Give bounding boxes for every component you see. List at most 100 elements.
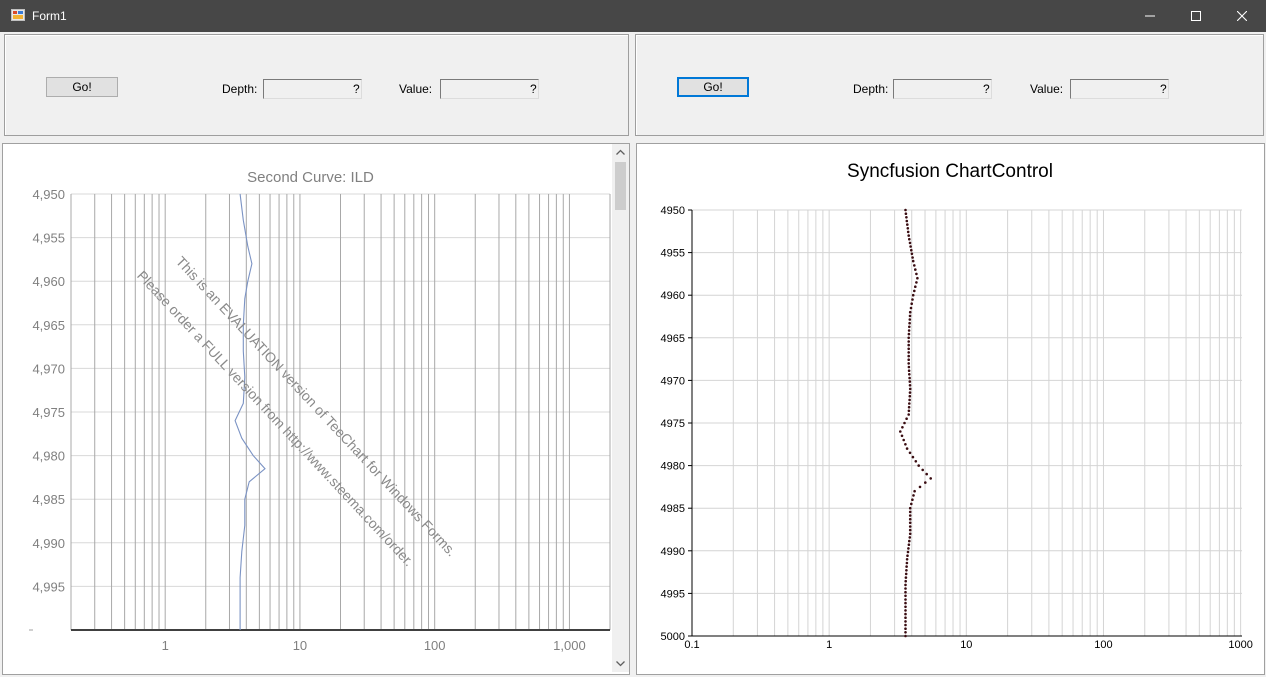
y-tick-label: 4,975: [32, 405, 65, 420]
y-tick-label: 4990: [661, 546, 685, 558]
data-point: [910, 252, 914, 256]
data-point: [914, 285, 917, 288]
y-tick-label: 4,995: [32, 579, 65, 594]
teechart-chart: Second Curve: ILD 4,950 4,955 4,960 4,965 4,9…: [29, 169, 611, 653]
data-point: [907, 405, 911, 409]
data-point: [904, 594, 907, 598]
data-point: [911, 298, 914, 301]
data-point: [908, 314, 912, 318]
left-value-field[interactable]: [440, 79, 539, 99]
data-point: [908, 321, 911, 325]
left-go-button[interactable]: Go!: [46, 77, 118, 97]
data-point: [906, 550, 910, 554]
right-value-label: Value:: [1030, 82, 1064, 96]
data-point: [917, 464, 920, 467]
right-depth-value: ?: [983, 82, 990, 96]
data-point: [907, 329, 911, 332]
minimize-icon: [1145, 15, 1155, 17]
syncfusion-panel: Syncfusion ChartControl 4950 4955 4960 4965 4…: [636, 143, 1265, 675]
data-point: [914, 268, 917, 271]
left-depth-label: Depth:: [222, 82, 258, 96]
data-point: [905, 219, 909, 223]
data-point: [908, 536, 912, 539]
data-point: [908, 525, 912, 528]
data-point: [907, 409, 911, 413]
minimize-button[interactable]: [1127, 0, 1173, 32]
data-point: [904, 212, 908, 215]
data-point: [911, 256, 914, 259]
scroll-down-button[interactable]: [612, 655, 629, 672]
close-button[interactable]: [1219, 0, 1265, 32]
data-point: [904, 572, 908, 576]
y-tick-label: 4970: [661, 375, 685, 387]
data-point: [916, 276, 919, 280]
data-point: [908, 376, 911, 380]
data-point: [900, 434, 904, 438]
data-point: [907, 234, 910, 237]
data-point: [908, 514, 912, 517]
syncfusion-chart: Syncfusion ChartControl 4950 4955 4960 4965 4…: [661, 161, 1253, 651]
data-point: [908, 402, 911, 405]
y-tick-label: 5000: [661, 631, 685, 643]
right-value-value: ?: [1160, 82, 1167, 96]
data-point: [904, 631, 907, 634]
left-depth-field[interactable]: [263, 79, 362, 99]
scroll-thumb[interactable]: [615, 162, 626, 210]
data-point: [901, 426, 904, 429]
data-point: [907, 543, 911, 546]
data-point: [904, 208, 907, 212]
data-point: [908, 398, 911, 402]
data-point: [908, 539, 911, 543]
watermark-line: This is an EVALUATION version of TeeChar…: [173, 253, 460, 559]
x-tick-label: 1: [162, 638, 169, 653]
x-tick-label: 10: [960, 639, 972, 651]
data-point: [907, 413, 910, 416]
data-point: [904, 601, 907, 605]
right-go-button[interactable]: Go!: [677, 77, 749, 97]
data-point: [903, 421, 906, 425]
data-point: [905, 447, 909, 450]
y-tick-label: 4,985: [32, 492, 65, 507]
data-point: [907, 332, 911, 336]
data-point: [910, 502, 913, 506]
x-tick-label: 1,000: [553, 638, 586, 653]
data-point: [902, 438, 905, 442]
vertical-scrollbar[interactable]: [612, 144, 629, 672]
data-point: [908, 394, 912, 398]
right-depth-field[interactable]: [893, 79, 992, 99]
right-control-panel: Go! Depth: ? Value: ?: [635, 34, 1264, 136]
data-point: [907, 347, 910, 351]
y-tick-label: 4,965: [32, 318, 65, 333]
x-tick-label: 100: [424, 638, 446, 653]
maximize-button[interactable]: [1173, 0, 1219, 32]
data-point: [906, 554, 909, 557]
data-point: [906, 223, 909, 226]
right-depth-label: Depth:: [853, 82, 889, 96]
data-point: [908, 380, 912, 383]
data-point: [908, 521, 912, 525]
data-point: [911, 259, 915, 263]
y-tick-label: 4,990: [32, 536, 65, 551]
data-point: [911, 455, 915, 459]
data-point: [908, 517, 912, 521]
watermark-line: Please order a FULL version from http://…: [134, 267, 417, 569]
evaluation-watermark: This is an EVALUATION version of TeeChar…: [134, 253, 460, 569]
data-point: [911, 293, 915, 297]
maximize-icon: [1191, 11, 1201, 21]
y-tick-label: 4,970: [32, 361, 65, 376]
data-point: [908, 451, 912, 455]
y-tick-label: 4,980: [32, 449, 65, 464]
data-point: [911, 498, 914, 502]
data-point: [908, 391, 912, 394]
x-tick-label: 0.1: [684, 639, 699, 651]
right-value-field[interactable]: [1070, 79, 1169, 99]
data-point: [907, 354, 910, 358]
data-point: [904, 609, 907, 612]
data-point: [907, 362, 910, 365]
data-point: [904, 605, 907, 609]
data-point: [904, 623, 907, 627]
chart-title: Second Curve: ILD: [247, 169, 374, 186]
scroll-up-button[interactable]: [612, 144, 629, 161]
y-tick-label: 4,950: [32, 187, 65, 202]
y-tick-label: 4995: [661, 588, 685, 600]
